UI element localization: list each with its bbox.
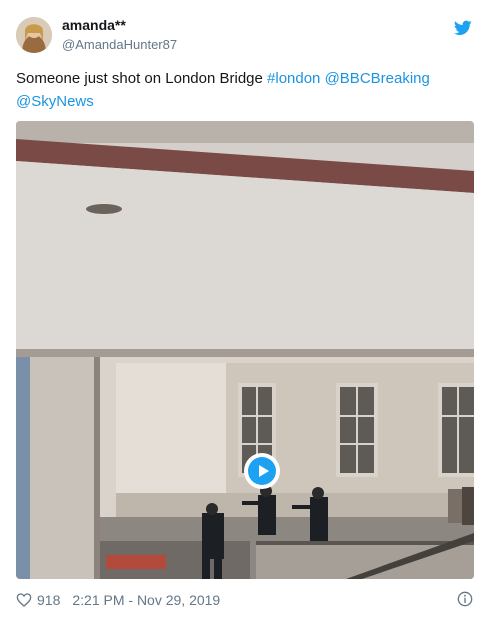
video-player[interactable] [16,121,474,579]
avatar[interactable] [16,17,52,53]
like-count[interactable]: 918 [37,592,60,608]
hashtag-link[interactable]: #london [267,70,320,87]
info-icon[interactable] [457,591,473,607]
video-thumbnail [16,121,474,579]
timestamp[interactable]: 2:21 PM - Nov 29, 2019 [72,592,220,608]
play-icon [248,457,276,485]
tweet-card: amanda** @AmandaHunter87 Someone just sh… [0,0,490,618]
mention-link-bbcbreaking[interactable]: @BBCBreaking [325,70,430,87]
heart-icon[interactable] [16,592,32,608]
tweet-text-plain: Someone just shot on London Bridge [16,70,268,87]
avatar-image [16,17,52,53]
mention-link-skynews[interactable]: @SkyNews [16,93,94,110]
tweet-text: Someone just shot on London Bridge #lond… [16,67,476,113]
display-name[interactable]: amanda** [62,17,126,33]
tweet-footer: 918 2:21 PM - Nov 29, 2019 [16,590,220,610]
user-handle[interactable]: @AmandaHunter87 [62,37,177,52]
twitter-bird-icon[interactable] [454,20,472,36]
play-button[interactable] [244,453,280,489]
